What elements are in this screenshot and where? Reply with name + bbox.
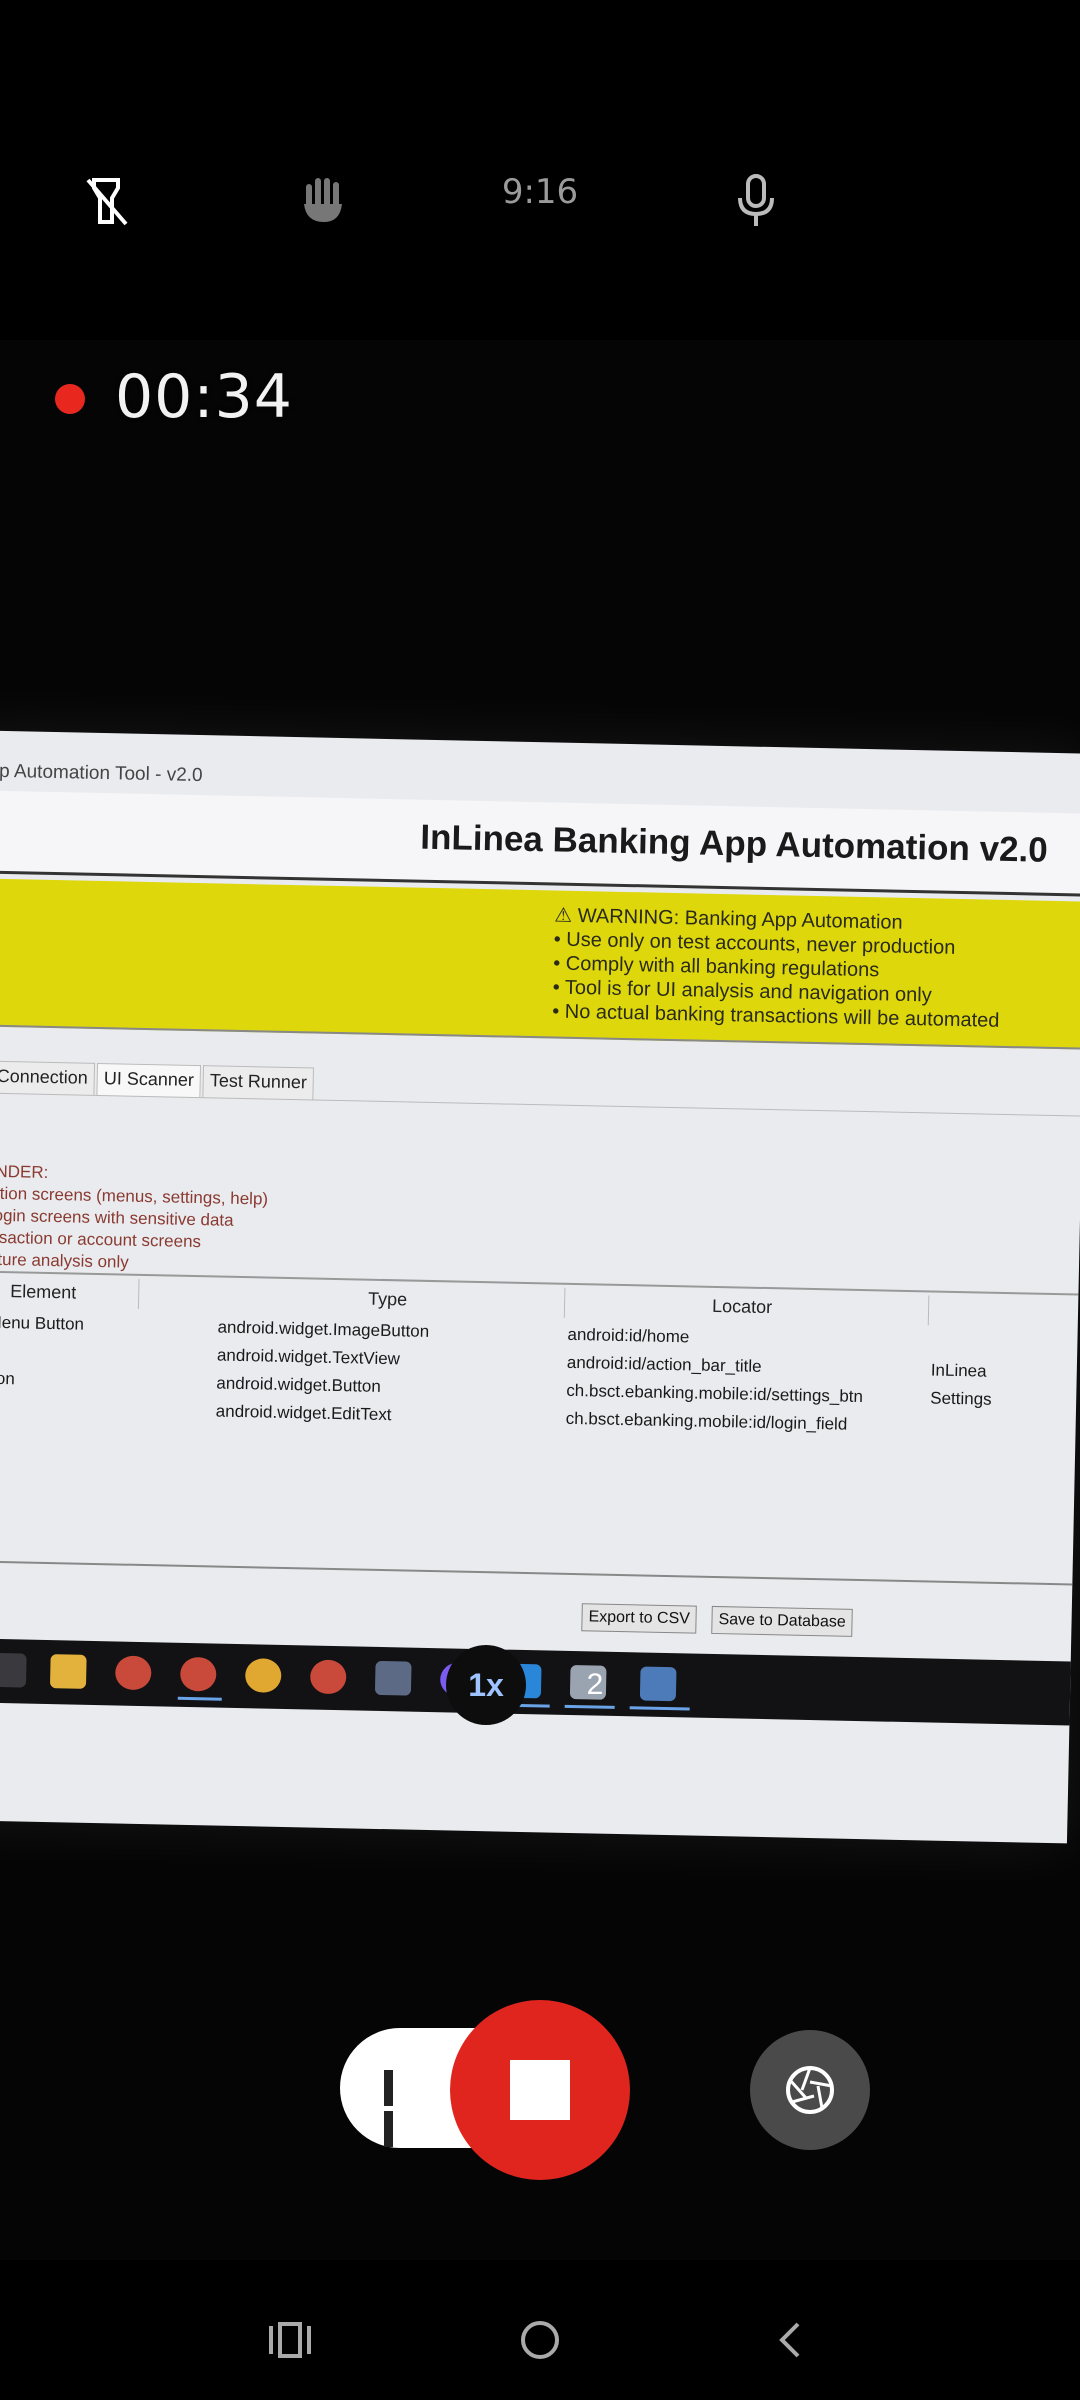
tab-test-runner[interactable]: Test Runner xyxy=(202,1065,315,1100)
warning-banner: ⚠ WARNING: Banking App Automation • Use … xyxy=(0,877,1080,1050)
python-icon[interactable] xyxy=(639,1666,677,1702)
column-divider xyxy=(927,1295,930,1326)
camera-top-bar xyxy=(0,0,1080,340)
tab-divider xyxy=(0,1091,1080,1117)
task-view-icon[interactable] xyxy=(0,1652,27,1688)
recording-timer: 00:34 xyxy=(115,362,293,432)
stop-icon xyxy=(510,2060,570,2120)
pause-icon xyxy=(384,2070,414,2147)
column-divider xyxy=(137,1278,140,1309)
chrome-icon[interactable] xyxy=(114,1655,152,1691)
tab-device-connection[interactable]: vice Connection xyxy=(0,1059,96,1095)
table-cell-locator[interactable]: ch.bsct.ebanking.mobile:id/login_field xyxy=(565,1409,848,1435)
zoom-1x-button[interactable]: 1x xyxy=(446,1645,526,1725)
app-header: InLinea Banking App Automation v2.0 xyxy=(0,789,1080,897)
shutter-icon xyxy=(786,2066,834,2114)
table-cell-element[interactable]: Menu Button xyxy=(0,1313,84,1335)
table-cell-type[interactable]: android.widget.ImageButton xyxy=(217,1318,429,1342)
windows-taskbar xyxy=(0,1637,1071,1726)
microphone-icon[interactable] xyxy=(716,160,796,240)
zoom-2x-button[interactable]: 2 xyxy=(555,1645,635,1725)
tab-ui-scanner[interactable]: UI Scanner xyxy=(96,1062,202,1098)
column-header-locator[interactable]: Locator xyxy=(712,1296,772,1318)
flashlight-off-icon[interactable] xyxy=(66,160,146,240)
table-cell-type[interactable]: android.widget.TextView xyxy=(217,1346,400,1370)
table-cell-locator[interactable]: android:id/home xyxy=(567,1325,689,1348)
table-cell-extra[interactable]: InLinea xyxy=(931,1360,987,1381)
column-divider xyxy=(563,1287,566,1318)
home-icon[interactable] xyxy=(510,2310,570,2370)
table-cell-locator[interactable]: android:id/action_bar_title xyxy=(567,1353,762,1377)
export-csv-button[interactable]: Export to CSV xyxy=(581,1603,698,1634)
column-header-type[interactable]: Type xyxy=(368,1289,407,1311)
table-cell-extra[interactable]: Settings xyxy=(930,1388,992,1409)
active-indicator xyxy=(177,1696,222,1701)
divider xyxy=(0,1269,1079,1296)
window-title: p Automation Tool - v2.0 xyxy=(0,760,203,787)
column-header-element[interactable]: Element xyxy=(10,1281,76,1303)
reminder-text: INDER: ation screens (menus, settings, h… xyxy=(0,1161,269,1277)
calculator-icon[interactable] xyxy=(374,1660,412,1696)
app-title: InLinea Banking App Automation v2.0 xyxy=(419,817,1049,870)
chrome-icon[interactable] xyxy=(309,1659,347,1695)
table-cell-locator[interactable]: ch.bsct.ebanking.mobile:id/settings_btn xyxy=(566,1381,863,1407)
table-cell-element[interactable]: tton xyxy=(0,1369,15,1390)
hand-gesture-icon[interactable] xyxy=(284,160,364,240)
file-explorer-icon[interactable] xyxy=(49,1654,87,1689)
divider xyxy=(0,1559,1073,1586)
recording-dot-icon xyxy=(55,384,85,414)
table-cell-type[interactable]: android.widget.EditText xyxy=(216,1402,392,1426)
back-icon[interactable] xyxy=(760,2310,820,2370)
camera-viewfinder: p Automation Tool - v2.0 InLinea Banking… xyxy=(0,340,1080,2260)
chrome-icon[interactable] xyxy=(179,1656,217,1692)
captured-monitor-screen: p Automation Tool - v2.0 InLinea Banking… xyxy=(0,730,1080,1844)
capture-photo-button[interactable] xyxy=(750,2030,870,2150)
chrome-icon[interactable] xyxy=(244,1658,282,1693)
active-indicator xyxy=(629,1706,690,1711)
warning-line: • No actual banking transactions will be… xyxy=(552,1000,1000,1032)
table-cell-type[interactable]: android.widget.Button xyxy=(216,1374,381,1397)
stop-button[interactable] xyxy=(450,2000,630,2180)
recent-apps-icon[interactable] xyxy=(260,2310,320,2370)
save-database-button[interactable]: Save to Database xyxy=(711,1605,853,1637)
status-time: 9:16 xyxy=(501,172,579,212)
